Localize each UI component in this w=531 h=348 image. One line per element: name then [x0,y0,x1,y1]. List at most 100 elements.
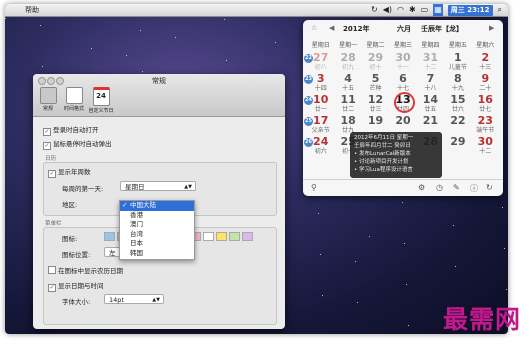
day-number: 5 [371,72,380,85]
checkbox-icon[interactable]: ✓ [48,170,56,178]
first-day-select[interactable]: 星期日 ▲▼ [120,181,196,191]
swatch-icon[interactable] [104,232,115,241]
checkbox-icon[interactable]: ✓ [48,284,56,292]
swatch-icon[interactable] [242,232,253,241]
week-number-badge: 26 [304,138,313,147]
region-option[interactable]: 香港 [120,211,194,221]
lunar-date: 芒种 [369,85,382,92]
calendar-day[interactable]: 11 廿二 [334,94,361,115]
calendar-day[interactable]: 22 [444,115,471,136]
tooltip-event: • 学习Lua程序设计语言 [354,167,413,173]
calendar-day[interactable]: 25 17 父亲节 [304,115,334,136]
region-option[interactable]: 韩国 [120,249,194,259]
calendar-day[interactable]: 22 27 初八 [304,52,334,73]
clock-icon[interactable]: ◷ [436,183,443,192]
info-icon[interactable]: ⓘ [470,183,478,194]
calendar-day[interactable]: 30 十二 [472,136,499,157]
day-number: 15 [450,93,466,106]
prev-year-icon[interactable]: ☆ [311,24,317,32]
swatch-icon[interactable] [203,232,214,241]
lunar-date: 十九 [451,85,464,92]
calendar-day[interactable]: 28 初九 [334,52,361,73]
window-title: 常规 [152,77,166,85]
weekday-label: 星期二 [366,42,385,49]
calendar-day[interactable]: 14 廿五 [417,94,444,115]
calendar-icon[interactable]: ▦ [433,4,443,16]
clock[interactable]: 周三 23:12 [447,4,493,16]
calendar-day[interactable]: 29 初十 [362,52,389,73]
calendar-day[interactable]: 2 十三 [472,52,499,73]
calendar-toolbar: ⚲ ⚙ ◷ ✎ ⓘ ↻ [303,179,503,196]
calendar-day[interactable]: 31 十二 [417,52,444,73]
next-month-icon[interactable]: ▶ [489,24,494,32]
calendar-day[interactable]: 9 二十 [472,73,499,94]
volume-icon[interactable]: ◀) [383,4,392,16]
prev-month-icon[interactable]: ◀ [329,24,334,32]
battery-icon[interactable]: ▭ [421,4,429,16]
calendar-page-icon: 24 [92,87,110,106]
gear-icon[interactable]: ⚙ [418,183,425,192]
icon-swatches-more[interactable] [190,232,255,243]
tab-general[interactable]: 常规 [35,87,61,112]
calendar-day[interactable]: 13 廿四 [389,92,416,115]
calendar-day[interactable]: 12 廿三 [362,94,389,115]
lunar-date: 廿六 [451,106,464,113]
lunar-date: 十一 [396,64,409,71]
star [322,295,323,296]
tooltip-event: • 发布LunarCal新版本 [354,151,411,157]
tooltip-date: 2012年6月11日 星期一 [354,135,414,141]
time-icon [65,87,83,104]
weeknum-option[interactable]: ✓ 显示年周数 [48,166,91,178]
calendar-day[interactable]: 8 十九 [444,73,471,94]
calendar-day[interactable]: 24 10 廿一 [304,94,334,115]
star [320,254,321,255]
hover-option[interactable]: ✓ 鼠标悬停时自动弹出 [43,138,112,150]
bluetooth-icon[interactable]: ✱ [409,4,416,16]
day-number: 21 [422,114,439,127]
calendar-day[interactable]: 26 24 初六 [304,136,334,157]
wifi-icon[interactable]: ◠ [397,4,404,16]
region-dropdown[interactable]: 中国大陆香港澳门台湾日本韩国 [119,200,195,260]
login-option[interactable]: ✓ 登录时自动打开 [43,124,99,136]
calendar-day[interactable]: 1 儿童节 [444,52,471,73]
lunar-icon-option[interactable]: 在图标中显示农历日期 [48,265,123,275]
calendar-day[interactable]: 4 十五 [334,73,361,94]
weekday-label: 星期四 [421,42,440,49]
day-number: 9 [481,72,490,85]
lunar-date: 廿七 [479,106,492,113]
swatch-icon[interactable] [229,232,240,241]
tab-custom-holidays[interactable]: 24 自定义节日 [88,87,114,114]
calendar-day[interactable]: 7 十八 [417,73,444,94]
checkbox-icon[interactable]: ✓ [43,128,51,136]
star [224,19,225,20]
font-size-select[interactable]: 14pt ▲▼ [104,294,164,304]
link-icon[interactable]: ⚲ [311,183,317,192]
calendar-day[interactable]: 23 3 十四 [304,73,334,94]
star [402,202,403,203]
region-option[interactable]: 台湾 [120,230,194,240]
calendar-day[interactable]: 16 廿七 [472,94,499,115]
region-option[interactable]: 中国大陆 [120,201,194,211]
region-option[interactable]: 日本 [120,239,194,249]
calendar-day[interactable]: 23 端午节 [472,115,499,136]
calendar-day[interactable]: 5 芒种 [362,73,389,94]
checkbox-icon[interactable]: ✓ [43,142,51,150]
swatch-icon[interactable] [216,232,227,241]
refresh-icon[interactable]: ↻ [486,183,493,192]
calendar-day[interactable]: 15 廿六 [444,94,471,115]
calendar-day[interactable]: 30 十一 [389,52,416,73]
sync-icon[interactable]: ↻ [371,4,378,16]
calendar-day[interactable]: 6 十七 [389,73,416,94]
spotlight-icon[interactable]: ⌕ [498,4,502,16]
day-number: 30 [477,135,493,148]
tab-time-format[interactable]: 时间格式 [61,87,87,112]
menu-help[interactable]: 帮助 [25,5,39,15]
edit-icon[interactable]: ✎ [453,183,460,192]
star [369,236,370,237]
checkbox-icon[interactable] [48,266,56,274]
star [140,30,141,31]
region-option[interactable]: 澳门 [120,220,194,230]
day-number: 4 [344,72,352,85]
show-datetime-option[interactable]: ✓ 显示日期与时间 [48,280,104,292]
calendar-day[interactable]: 29 [444,136,471,157]
